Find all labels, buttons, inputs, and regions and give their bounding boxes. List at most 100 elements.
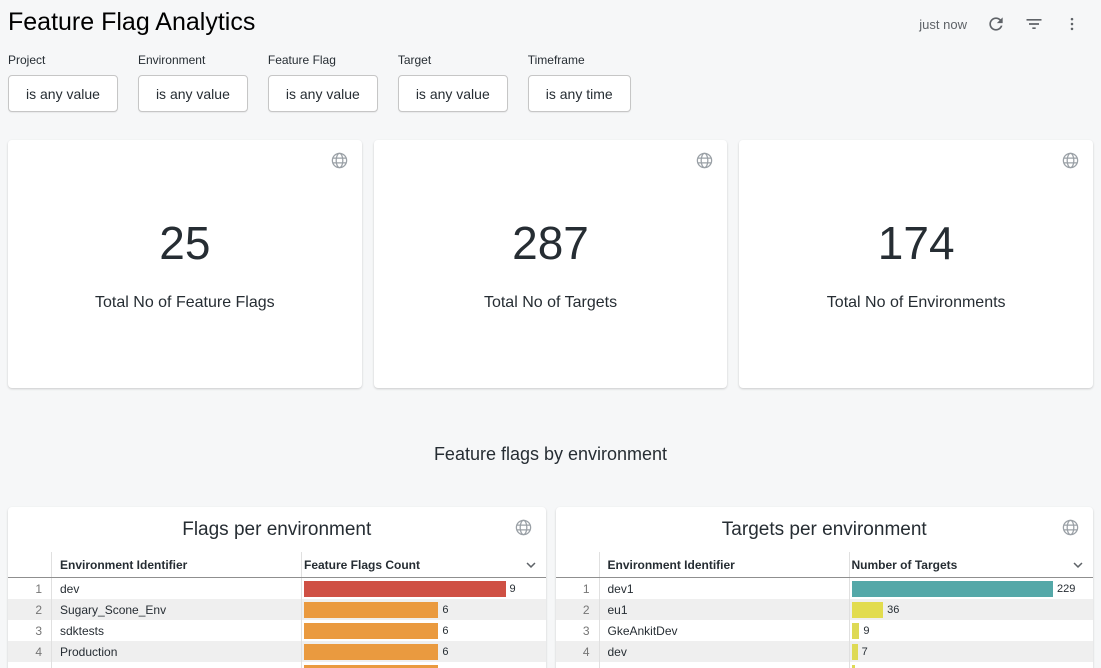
page-title: Feature Flag Analytics [8, 5, 255, 39]
kpi-card: 287Total No of Targets [374, 140, 728, 388]
filter-feature-flag: Feature Flag is any value [268, 53, 378, 112]
table-row: 1dev1229 [556, 578, 1094, 599]
column-header-measure[interactable]: Number of Targets [850, 552, 1094, 577]
cell-environment-identifier: dev1 [600, 578, 850, 599]
column-header-environment-identifier[interactable]: Environment Identifier [52, 552, 302, 577]
value-bar [852, 602, 884, 618]
table-card: Flags per environmentEnvironment Identif… [8, 507, 546, 668]
cell-environment-identifier: dev [52, 578, 302, 599]
table-body: 1dev92Sugary_Scone_Env63sdktests64Produc… [8, 578, 546, 668]
chevron-down-icon[interactable] [522, 556, 540, 574]
kpi-row: 25Total No of Feature Flags287Total No o… [8, 140, 1093, 388]
value-label: 7 [862, 646, 868, 658]
cell-environment-identifier: dev [600, 641, 850, 662]
value-label: 6 [442, 604, 448, 616]
cell-measure: 36 [850, 599, 1094, 620]
filter-list-icon [1024, 14, 1044, 34]
filter-project: Project is any value [8, 53, 118, 112]
filter-value-button[interactable]: is any value [268, 75, 378, 112]
kpi-card: 25Total No of Feature Flags [8, 140, 362, 388]
table-row: 2Sugary_Scone_Env 6 [8, 599, 546, 620]
filter-value-button[interactable]: is any value [398, 75, 508, 112]
refresh-button[interactable] [983, 11, 1009, 37]
table-row: 3GkeAnkitDev9 [556, 620, 1094, 641]
value-bar [852, 644, 858, 660]
cell-measure: 9 [850, 620, 1094, 641]
kebab-menu-icon [1063, 15, 1081, 33]
kpi-value: 174 [878, 216, 955, 270]
table-header-row: Environment IdentifierNumber of Targets [556, 552, 1094, 578]
header-index-cell [556, 552, 600, 577]
cell-measure: 6 [302, 662, 546, 668]
globe-icon [1061, 518, 1080, 537]
table-header-row: Environment IdentifierFeature Flags Coun… [8, 552, 546, 578]
filter-bar: Project is any value Environment is any val… [0, 39, 1101, 112]
row-index: 4 [556, 641, 600, 662]
filter-label: Timeframe [528, 53, 631, 67]
value-bar [304, 602, 438, 618]
value-label: 9 [863, 625, 869, 637]
filter-value-button[interactable]: is any value [138, 75, 248, 112]
more-menu-button[interactable] [1059, 11, 1085, 37]
cell-environment-identifier: eu1 [600, 599, 850, 620]
table-row: 5prega6 [8, 662, 546, 668]
row-index: 5 [556, 662, 600, 668]
table-row: 3sdktests 6 [8, 620, 546, 641]
globe-icon [330, 151, 349, 170]
cell-environment-identifier: GkeAnkitDev [600, 620, 850, 641]
tables-row: Flags per environmentEnvironment Identif… [8, 507, 1093, 668]
filter-label: Project [8, 53, 118, 67]
filter-button[interactable] [1021, 11, 1047, 37]
row-index: 2 [8, 599, 52, 620]
section-title: Feature flags by environment [0, 444, 1101, 465]
row-index: 1 [8, 578, 52, 599]
filter-label: Feature Flag [268, 53, 378, 67]
table-title: Targets per environment [556, 507, 1094, 552]
value-label: 6 [442, 625, 448, 637]
cell-environment-identifier: sdktests [52, 620, 302, 641]
column-header-label: Number of Targets [852, 558, 958, 572]
kpi-label: Total No of Feature Flags [95, 294, 275, 312]
table-body: 1dev12292eu1363GkeAnkitDev94dev75us14 [556, 578, 1094, 668]
table-row: 1dev 9 [8, 578, 546, 599]
cell-environment-identifier: prega [52, 662, 302, 668]
last-updated-text: just now [919, 17, 967, 32]
row-index: 5 [8, 662, 52, 668]
filter-value-button[interactable]: is any value [8, 75, 118, 112]
kpi-label: Total No of Environments [827, 294, 1006, 312]
table-card: Targets per environmentEnvironment Ident… [556, 507, 1094, 668]
value-bar [852, 665, 856, 668]
value-bar [852, 581, 1054, 597]
cell-measure: 7 [850, 641, 1094, 662]
cell-environment-identifier: Sugary_Scone_Env [52, 599, 302, 620]
header-index-cell [8, 552, 52, 577]
cell-environment-identifier: us1 [600, 662, 850, 668]
top-actions: just now [919, 5, 1091, 37]
cell-measure: 9 [302, 578, 546, 599]
kpi-card: 174 Total No of Environments [739, 140, 1093, 388]
table-row: 4dev 7 [556, 641, 1094, 662]
filter-label: Environment [138, 53, 248, 67]
value-bar [304, 644, 438, 660]
filter-value-button[interactable]: is any time [528, 75, 631, 112]
filter-environment: Environment is any value [138, 53, 248, 112]
table-row: 4Production6 [8, 641, 546, 662]
cell-measure: 6 [302, 599, 546, 620]
value-label: 9 [510, 583, 516, 595]
row-index: 3 [8, 620, 52, 641]
cell-environment-identifier: Production [52, 641, 302, 662]
column-header-label: Feature Flags Count [304, 558, 420, 572]
globe-icon [514, 518, 533, 537]
cell-measure: 229 [850, 578, 1094, 599]
row-index: 1 [556, 578, 600, 599]
filter-label: Target [398, 53, 508, 67]
column-header-measure[interactable]: Feature Flags Count [302, 552, 546, 577]
cell-measure: 6 [302, 641, 546, 662]
row-index: 2 [556, 599, 600, 620]
globe-icon [695, 151, 714, 170]
kpi-value: 287 [512, 216, 589, 270]
column-header-environment-identifier[interactable]: Environment Identifier [600, 552, 850, 577]
value-bar [304, 623, 438, 639]
chevron-down-icon[interactable] [1069, 556, 1087, 574]
value-bar [852, 623, 860, 639]
